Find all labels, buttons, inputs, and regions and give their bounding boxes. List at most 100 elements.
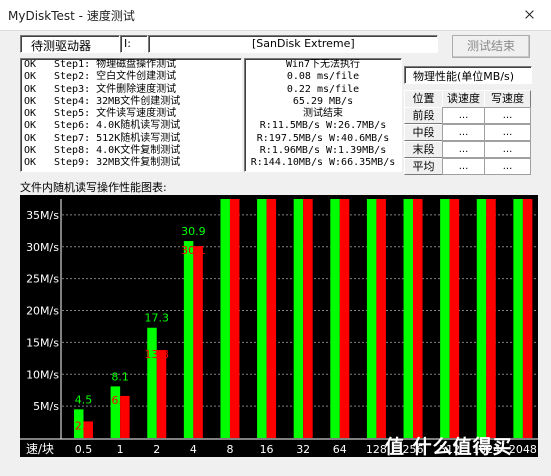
x-tick-label: 0.5 <box>75 443 93 456</box>
write-bar <box>366 199 377 438</box>
title-bar: MyDiskTest - 速度测试 <box>0 0 551 31</box>
y-tick-label: 20M/s <box>26 305 59 318</box>
y-tick-label: 15M/s <box>26 336 59 349</box>
window-title: MyDiskTest - 速度测试 <box>8 9 135 23</box>
read-bar <box>413 199 423 438</box>
read-bar <box>303 199 313 438</box>
close-button[interactable] <box>506 0 551 29</box>
step-row: OK Step2: 空白文件创建测试 <box>24 71 239 83</box>
read-bar <box>449 199 460 438</box>
test-button[interactable]: 测试结束 <box>452 35 530 58</box>
read-value-label: 6.6 <box>111 394 129 407</box>
step-row: OK Step9: 32MB文件复制测试 <box>24 157 239 169</box>
write-bar <box>440 199 450 438</box>
x-tick-label: 4 <box>190 443 197 456</box>
perf-cell: ... <box>442 158 485 175</box>
result-row: R:197.5MB/s W:40.6MB/s <box>256 132 390 144</box>
chart-background <box>20 195 538 457</box>
write-bar <box>476 199 487 438</box>
drive-name-field: [SanDisk Extreme] <box>148 35 438 53</box>
result-row: 0.22 ms/file <box>286 83 360 95</box>
write-bar <box>183 241 194 438</box>
x-tick-label: 2 <box>153 443 160 456</box>
step-text: Step6: 4.0K随机读写测试 <box>54 120 181 132</box>
perf-cell: ... <box>442 141 485 158</box>
read-bar <box>156 350 167 438</box>
app-window: MyDiskTest - 速度测试 待测驱动器 I: [SanDisk Extr… <box>0 0 551 476</box>
perf-cell: ... <box>484 141 531 158</box>
step-text: Step7: 512K随机读写测试 <box>54 132 181 144</box>
perf-row-label: 平均 <box>404 158 443 175</box>
perf-cell: ... <box>442 124 485 141</box>
step-status: OK <box>24 120 37 132</box>
x-tick-label: 1 <box>117 443 124 456</box>
x-tick-label: 128 <box>366 443 387 456</box>
write-bar <box>220 199 230 438</box>
drive-letter-field[interactable]: I: <box>120 35 148 53</box>
results-panel: Win7下无法执行 0.08 ms/file 0.22 ms/file 65.29 M… <box>244 58 402 172</box>
perf-row-label: 末段 <box>404 141 443 158</box>
write-value-label: 4.5 <box>75 393 93 406</box>
step-status: OK <box>24 83 37 95</box>
read-value-label: 13.8 <box>144 348 169 361</box>
step-row: OK Step6: 4.0K随机读写测试 <box>24 120 239 132</box>
step-row: OK Step3: 文件删除速度测试 <box>24 84 239 96</box>
write-bar <box>330 199 340 438</box>
read-value-label: 2.6 <box>75 419 93 432</box>
write-bar <box>257 199 267 438</box>
read-bar <box>193 246 203 438</box>
step-row: OK Step5: 文件读写速度测试 <box>24 108 239 120</box>
y-tick-label: 35M/s <box>26 209 59 222</box>
write-bar <box>403 199 414 438</box>
write-value-label: 17.3 <box>144 312 169 325</box>
x-tick-label: 16 <box>260 443 274 456</box>
read-bar <box>522 199 533 438</box>
step-text: Step2: 空白文件创建测试 <box>54 71 177 83</box>
read-bar <box>229 199 240 438</box>
write-bar <box>293 199 304 438</box>
x-axis-label: 速/块 <box>26 442 54 456</box>
results-list: Win7下无法执行 0.08 ms/file 0.22 ms/file 65.29 M… <box>245 59 401 170</box>
step-status: OK <box>24 157 37 169</box>
step-status: OK <box>24 132 37 144</box>
step-row: OK Step7: 512K随机读写测试 <box>24 133 239 145</box>
perf-header: 读速度 <box>442 90 485 108</box>
step-status: OK <box>24 145 37 157</box>
perf-cell: ... <box>484 124 531 141</box>
result-row: 65.29 MB/s <box>292 95 354 107</box>
write-value-label: 8.1 <box>111 370 129 383</box>
perf-cell: ... <box>484 107 531 124</box>
chart-svg: 5M/s 10M/s 15M/s 20M/s 25M/s 30M/s 35M/s 速/块 4.5… <box>20 195 538 457</box>
result-row: Win7下无法执行 <box>285 59 361 70</box>
step-text: Step5: 文件读写速度测试 <box>54 108 177 120</box>
drive-name: [SanDisk Extreme] <box>252 37 355 50</box>
chart-title: 文件内随机读写操作性能图表: <box>20 181 167 194</box>
perf-row-label: 中段 <box>404 124 443 141</box>
step-row: OK Step1: 物理磁盘操作测试 <box>24 59 239 71</box>
y-tick-label: 30M/s <box>26 241 59 254</box>
steps-list: OK Step1: 物理磁盘操作测试 OK Step2: 空白文件创建测试 OK Step… <box>24 59 239 170</box>
drive-label-box: 待测驱动器 <box>20 35 120 53</box>
perf-cell: ... <box>484 158 531 175</box>
step-text: Step9: 32MB文件复制测试 <box>54 157 181 169</box>
step-status: OK <box>24 71 37 83</box>
perf-row-label: 前段 <box>404 107 443 124</box>
result-row: R:1.96MB/s W:1.39MB/s <box>259 145 387 157</box>
step-text: Step1: 物理磁盘操作测试 <box>54 59 177 70</box>
watermark-text: 值 什么值得买 <box>385 436 513 458</box>
step-row: OK Step4: 32MB文件创建测试 <box>24 96 239 108</box>
write-bar <box>513 199 523 438</box>
step-row: OK Step8: 4.0K文件复制测试 <box>24 145 239 157</box>
read-bar <box>266 199 277 438</box>
result-row: R:11.5MB/s W:26.7MB/s <box>259 120 387 132</box>
y-tick-label: 25M/s <box>26 273 59 286</box>
x-tick-label: 64 <box>333 443 347 456</box>
step-status: OK <box>24 108 37 120</box>
x-tick-label: 32 <box>296 443 310 456</box>
result-row: 0.08 ms/file <box>286 71 360 83</box>
watermark: 值 什么值得买 <box>385 432 545 470</box>
result-row: 测试结束 <box>303 108 343 120</box>
x-tick-label: 8 <box>226 443 233 456</box>
read-bar <box>376 199 386 438</box>
step-status: OK <box>24 95 37 107</box>
